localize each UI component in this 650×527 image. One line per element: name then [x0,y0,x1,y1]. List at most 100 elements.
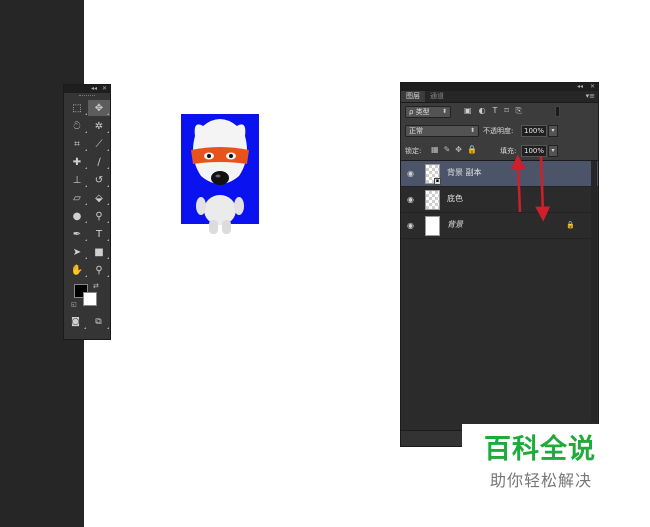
tab-layers[interactable]: 图层 [401,91,425,102]
watermark: 百科全说 助你轻松解决 [462,424,627,499]
zoom-tool[interactable]: ⚲ [88,262,110,278]
layer-thumbnail[interactable] [425,216,440,236]
eraser-tool-icon: ▱ [73,192,81,204]
visibility-eye-icon[interactable]: ◉ [407,221,414,230]
swap-colors-icon[interactable]: ⇄ [93,282,99,290]
default-colors-icon[interactable]: ◱ [71,301,77,308]
type-tool[interactable]: T [88,226,110,242]
paint-bucket-tool[interactable]: ⬙ [88,190,110,206]
eyedropper-tool-icon: ⟋ [95,138,103,150]
tools-panel: ◂◂ ✕ ⬚ ✥ ට ✲ ⌗ ⟋ ✚ ∕ ⊥ ↺ ▱ ⬙ ● ⚲ ✒ T ➤ ■ ✋ ⚲ ⇄ ◱ ◙ ⧉ [63,84,111,340]
rectangle-tool[interactable]: ■ [88,244,110,260]
magic-wand-tool[interactable]: ✲ [88,118,110,134]
collapse-icon[interactable]: ◂◂ [91,85,97,93]
dodge-tool-icon: ⚲ [95,210,103,222]
watermark-logo: 百科全说 [484,434,596,465]
fill-dropdown[interactable]: ▾ [548,145,558,157]
tab-channels[interactable]: 通道 [425,91,449,102]
layer-row[interactable]: ◉ 背景 🔒 [401,213,598,239]
rectangle-tool-icon: ■ [94,246,104,258]
watermark-tagline: 助你轻松解决 [490,471,593,490]
lock-transparent-pixels-icon[interactable]: ▦ [431,145,439,154]
close-icon[interactable]: ✕ [102,85,107,93]
layer-row[interactable]: ◉ ▪ 背景 副本 [401,161,598,187]
smart-object-filter-icon[interactable]: ⎘ [516,106,522,116]
filter-icons: ▣ ◐ T ⌑ ⎘ [464,106,522,116]
healing-brush-tool-icon: ✚ [72,156,82,168]
tool-grid: ⬚ ✥ ට ✲ ⌗ ⟋ ✚ ∕ ⊥ ↺ ▱ ⬙ ● ⚲ ✒ T ➤ ■ ✋ ⚲ [64,98,110,278]
dodge-tool[interactable]: ⚲ [88,208,110,224]
blend-mode-value: 正常 [409,127,423,135]
lock-image-pixels-icon[interactable]: ✎ [444,145,451,154]
smart-object-badge-icon: ▪ [434,178,441,185]
lasso-tool-icon: ට [73,120,81,132]
tools-titlebar[interactable]: ◂◂ ✕ [64,85,110,93]
visibility-eye-icon[interactable]: ◉ [407,195,414,204]
history-brush-tool[interactable]: ↺ [88,172,110,188]
move-tool-icon: ✥ [94,102,104,114]
panel-menu-icon[interactable]: ▾≡ [586,92,595,100]
crop-tool[interactable]: ⌗ [66,136,88,152]
pixel-layer-filter-icon[interactable]: ▣ [464,106,472,116]
layer-name[interactable]: 背景 [447,220,463,230]
magic-wand-tool-icon: ✲ [94,120,104,132]
path-selection-tool-icon: ➤ [72,246,82,258]
layers-titlebar[interactable]: ◂◂ ✕ [401,83,598,91]
filter-search-icon: ρ [409,108,414,116]
clone-stamp-tool-icon: ⊥ [72,174,82,186]
brush-tool-icon: ∕ [97,156,101,168]
pen-tool[interactable]: ✒ [66,226,88,242]
healing-brush-tool[interactable]: ✚ [66,154,88,170]
lock-position-icon[interactable]: ✥ [455,145,462,154]
layer-name[interactable]: 底色 [447,194,463,204]
layers-scrollbar[interactable] [591,161,597,423]
opacity-input[interactable]: 100% [521,125,547,137]
mode-row: ◙ ⧉ [64,314,110,330]
fill-input[interactable]: 100% [521,145,547,157]
canvas-image[interactable] [181,114,259,234]
hand-tool-icon: ✋ [70,264,84,276]
type-layer-filter-icon[interactable]: T [493,106,498,116]
collapse-icon[interactable]: ◂◂ [577,83,583,91]
filter-toggle-switch[interactable] [555,106,560,117]
chevron-updown-icon: ⬍ [469,127,475,134]
filter-row: ρ 类型 ⬍ ▣ ◐ T ⌑ ⎘ [401,103,598,121]
lasso-tool[interactable]: ට [66,118,88,134]
layer-list: ◉ ▪ 背景 副本 ◉ 底色 ◉ 背景 🔒 [401,161,598,239]
paint-bucket-tool-icon: ⬙ [95,192,103,204]
marquee-tool[interactable]: ⬚ [66,100,88,116]
adjustment-layer-filter-icon[interactable]: ◐ [479,106,486,116]
layer-thumbnail[interactable] [425,190,440,210]
zoom-tool-icon: ⚲ [95,264,103,276]
visibility-eye-icon[interactable]: ◉ [407,169,414,178]
type-tool-icon: T [95,228,103,240]
lock-all-icon[interactable]: 🔒 [467,145,477,154]
path-selection-tool[interactable]: ➤ [66,244,88,260]
hand-tool[interactable]: ✋ [66,262,88,278]
blur-tool[interactable]: ● [66,208,88,224]
blur-tool-icon: ● [72,210,82,222]
layers-panel: ◂◂ ✕ 图层 通道 ▾≡ ρ 类型 ⬍ ▣ ◐ T ⌑ ⎘ 正常 ⬍ 不透明度… [400,82,599,447]
layer-name[interactable]: 背景 副本 [447,168,482,178]
blend-mode-select[interactable]: 正常 ⬍ [405,125,479,137]
blend-row: 正常 ⬍ 不透明度: 100% ▾ [401,121,598,141]
brush-tool[interactable]: ∕ [88,154,110,170]
filter-kind-select[interactable]: ρ 类型 ⬍ [405,106,451,118]
quick-mask-icon[interactable]: ◙ [65,314,87,330]
close-icon[interactable]: ✕ [590,83,595,91]
lock-row: 锁定: ▦ ✎ ✥ 🔒 填充: 100% ▾ [401,141,598,161]
eraser-tool[interactable]: ▱ [66,190,88,206]
move-tool[interactable]: ✥ [88,100,110,116]
layer-row[interactable]: ◉ 底色 [401,187,598,213]
shape-layer-filter-icon[interactable]: ⌑ [504,106,508,116]
clone-stamp-tool[interactable]: ⊥ [66,172,88,188]
eyedropper-tool[interactable]: ⟋ [88,136,110,152]
opacity-dropdown[interactable]: ▾ [548,125,558,137]
screen-mode-icon[interactable]: ⧉ [88,314,110,330]
panel-tabs: 图层 通道 ▾≡ [401,91,598,103]
background-color-swatch[interactable] [83,292,97,306]
layer-lock-icon[interactable]: 🔒 [566,221,575,229]
layer-thumbnail[interactable]: ▪ [425,164,441,185]
filter-kind-value: 类型 [415,108,430,116]
character-illustration [191,119,249,234]
